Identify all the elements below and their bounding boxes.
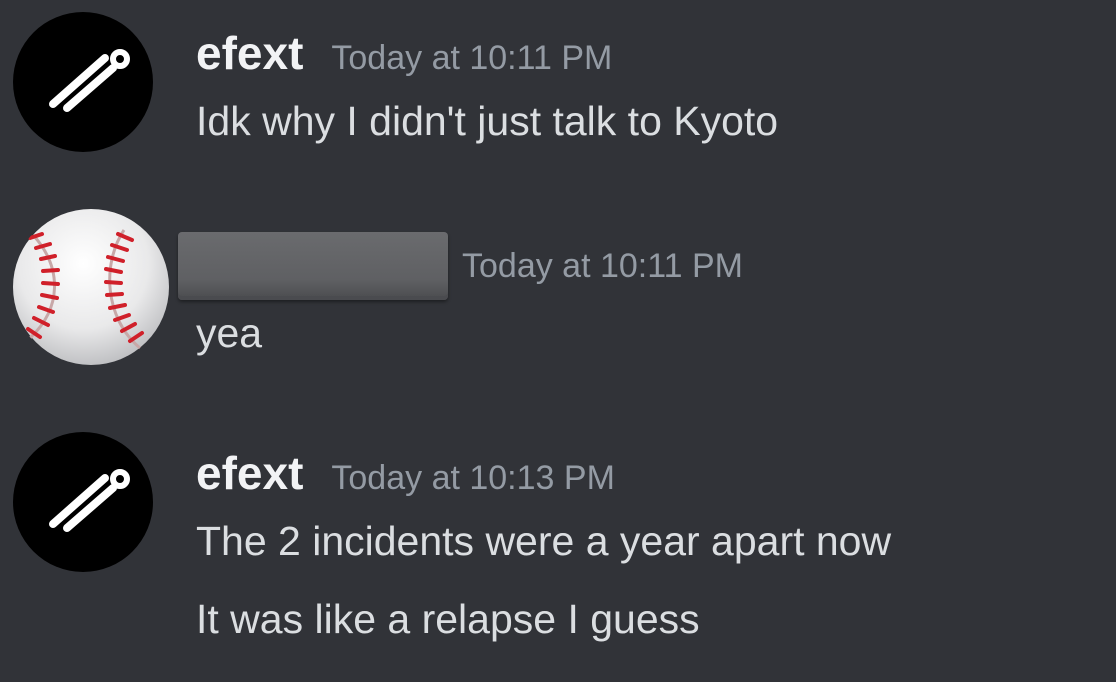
- message-text: Idk why I didn't just talk to Kyoto: [196, 98, 779, 144]
- avatar[interactable]: [13, 432, 153, 572]
- message-header: Today at 10:11 PM: [178, 232, 743, 300]
- timestamp[interactable]: Today at 10:11 PM: [462, 247, 743, 285]
- message-text: It was like a relapse I guess: [196, 596, 700, 642]
- efext-logo-icon: [49, 469, 130, 532]
- message-text: The 2 incidents were a year apart now: [196, 518, 892, 564]
- baseball-icon: [13, 209, 169, 365]
- timestamp[interactable]: Today at 10:13 PM: [331, 459, 615, 497]
- message-header: efext Today at 10:13 PM: [196, 446, 615, 500]
- username[interactable]: efext: [196, 447, 303, 499]
- message-text: yea: [196, 310, 263, 356]
- username[interactable]: efext: [196, 27, 303, 79]
- avatar[interactable]: [13, 12, 153, 152]
- timestamp[interactable]: Today at 10:11 PM: [331, 39, 612, 77]
- message-header: efext Today at 10:11 PM: [196, 26, 612, 80]
- avatar[interactable]: [12, 208, 170, 366]
- efext-logo-icon: [49, 49, 130, 112]
- redacted-username: [178, 232, 448, 300]
